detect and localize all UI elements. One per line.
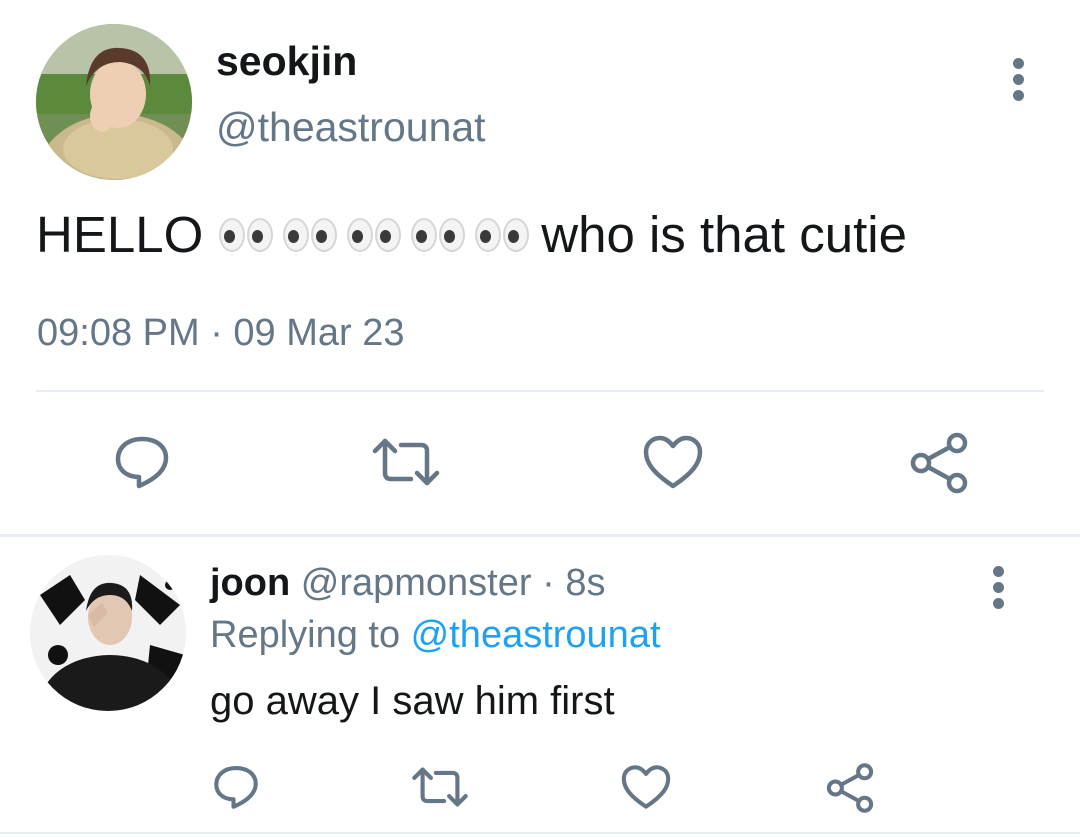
eyes-emoji bbox=[219, 217, 274, 252]
main-tweet: seokjin @theastrounat HELLO who is that … bbox=[0, 0, 1080, 536]
eyes-emoji bbox=[283, 217, 338, 252]
retweet-button[interactable] bbox=[370, 432, 442, 492]
retweet-button[interactable] bbox=[410, 762, 470, 812]
reply-button[interactable] bbox=[210, 762, 262, 812]
reply-time: 8s bbox=[565, 562, 606, 604]
user-handle[interactable]: @rapmonster bbox=[301, 562, 532, 604]
replying-to: Replying to @theastrounat bbox=[210, 614, 661, 657]
display-name[interactable]: joon bbox=[210, 562, 290, 604]
separator-dot: · bbox=[531, 562, 566, 604]
share-button[interactable] bbox=[906, 430, 972, 496]
tweet-separator bbox=[0, 534, 1080, 537]
tweet-text-start: HELLO bbox=[36, 206, 204, 263]
mention-link[interactable]: @theastrounat bbox=[411, 614, 661, 656]
eyes-emoji-group bbox=[219, 217, 530, 252]
divider bbox=[36, 390, 1044, 392]
retweet-icon bbox=[372, 438, 440, 486]
share-icon bbox=[826, 763, 874, 813]
tweet-timestamp: 09:08 PM · 09 Mar 23 bbox=[37, 312, 405, 354]
like-icon bbox=[621, 765, 671, 809]
eyes-emoji bbox=[411, 217, 466, 252]
tweet-text-end: who is that cutie bbox=[541, 206, 907, 263]
more-options-icon[interactable] bbox=[1006, 58, 1030, 118]
more-options-icon[interactable] bbox=[986, 566, 1010, 626]
reply-header: joon @rapmonster · 8s bbox=[210, 562, 605, 605]
like-button[interactable] bbox=[618, 762, 674, 812]
display-name[interactable]: seokjin bbox=[216, 38, 357, 85]
bottom-separator bbox=[0, 832, 1080, 834]
reply-icon bbox=[214, 766, 258, 809]
user-handle[interactable]: @theastrounat bbox=[216, 104, 486, 151]
avatar[interactable] bbox=[30, 555, 186, 711]
avatar[interactable] bbox=[36, 24, 192, 180]
like-button[interactable] bbox=[640, 432, 706, 492]
share-icon bbox=[910, 432, 968, 494]
eyes-emoji bbox=[347, 217, 402, 252]
reply-icon bbox=[115, 436, 169, 489]
tweet-text: HELLO who is that cutie bbox=[36, 205, 907, 264]
tweet-text: go away I saw him first bbox=[210, 679, 615, 723]
retweet-icon bbox=[412, 767, 468, 807]
replying-to-label: Replying to bbox=[210, 614, 411, 656]
like-icon bbox=[643, 435, 703, 489]
reply-button[interactable] bbox=[110, 430, 174, 494]
share-button[interactable] bbox=[822, 760, 878, 816]
eyes-emoji bbox=[475, 217, 530, 252]
